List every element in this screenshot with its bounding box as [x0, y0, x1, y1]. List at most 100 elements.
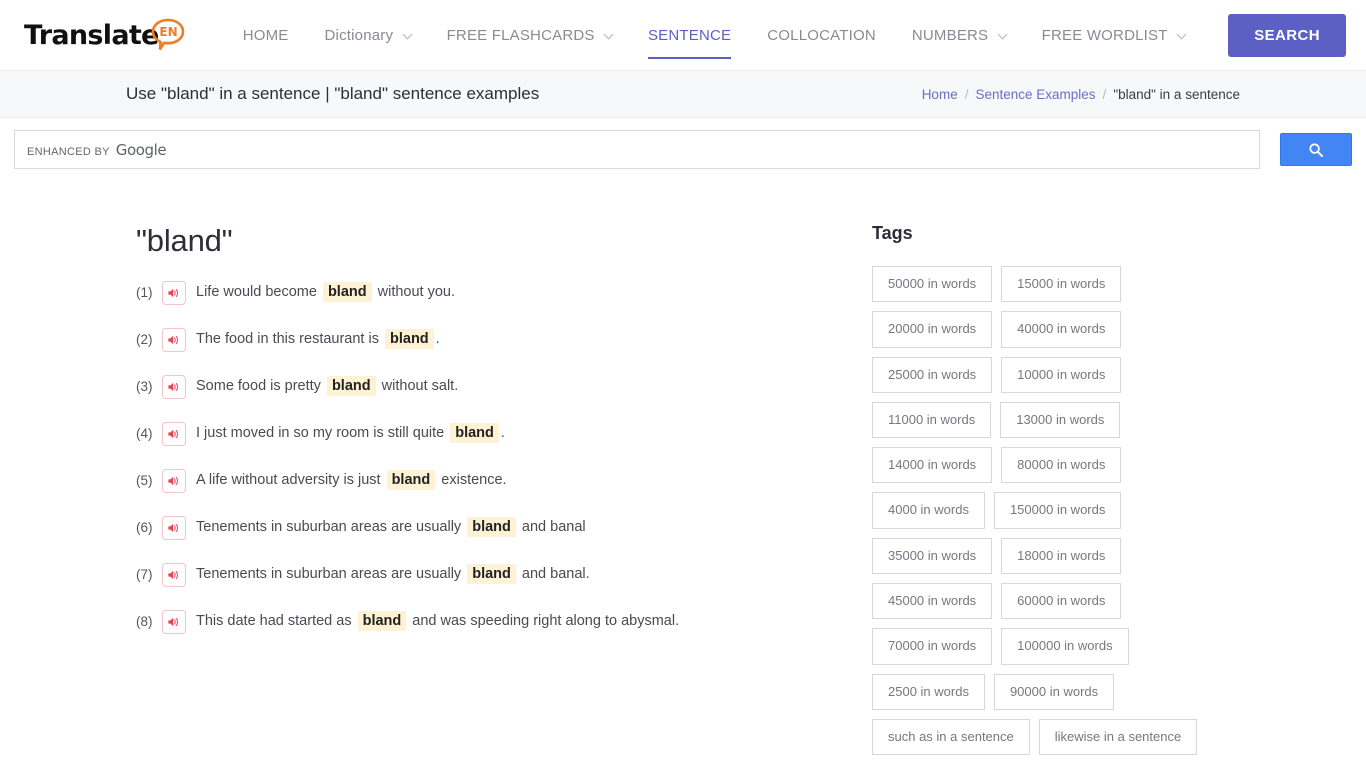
google-search-button[interactable] — [1280, 133, 1352, 166]
tag-item[interactable]: 15000 in words — [1001, 266, 1122, 303]
tag-item[interactable]: 25000 in words — [872, 356, 993, 393]
tag-item[interactable]: 150000 in words — [993, 492, 1122, 529]
sentence-text-before: The food in this restaurant is — [196, 331, 383, 348]
speaker-icon — [168, 288, 178, 298]
highlighted-keyword: bland — [467, 564, 516, 585]
breadcrumb-home[interactable]: Home — [922, 87, 958, 102]
nav-item-sentence[interactable]: SENTENCE — [630, 3, 749, 68]
sentence-text-after: and banal. — [517, 566, 590, 583]
speech-bubble-icon: EN — [151, 18, 185, 52]
chevron-down-icon — [997, 29, 1008, 39]
tag-item[interactable]: 14000 in words — [872, 447, 993, 484]
google-brand-label: Google — [115, 140, 167, 159]
tags-sidebar: Tags 50000 in words 15000 in words 20000 i… — [866, 223, 1240, 756]
sentence-number: (4) — [136, 425, 153, 441]
play-audio-button[interactable] — [162, 422, 186, 446]
play-audio-button[interactable] — [162, 469, 186, 493]
sentence-row: (7) Tenements in suburban areas are usua… — [136, 563, 866, 587]
page-subbar: Use "bland" in a sentence | "bland" sent… — [0, 70, 1366, 118]
tag-item[interactable]: 40000 in words — [1001, 311, 1122, 348]
play-audio-button[interactable] — [162, 516, 186, 540]
sentence-text-after: and banal — [517, 519, 586, 536]
nav-item-numbers[interactable]: NUMBERS — [894, 3, 1024, 68]
sentence-text-after: . — [435, 331, 440, 348]
sentence-number: (6) — [136, 519, 153, 535]
search-button[interactable]: SEARCH — [1228, 13, 1346, 57]
sentence-text-before: Tenements in suburban areas are usually — [196, 519, 466, 536]
highlighted-keyword: bland — [385, 329, 434, 350]
sentence-number: (3) — [136, 378, 153, 394]
chevron-down-icon — [402, 29, 413, 39]
breadcrumb-separator: / — [1102, 86, 1107, 102]
tag-item[interactable]: 13000 in words — [1000, 401, 1121, 439]
tag-item[interactable]: 4000 in words — [872, 492, 985, 529]
search-placeholder: ENHANCED BY Google — [27, 140, 167, 159]
translate-en-logo[interactable]: Translate EN — [24, 18, 185, 52]
tag-item[interactable]: such as in a sentence — [872, 718, 1030, 756]
tag-item[interactable]: 2500 in words — [872, 673, 985, 710]
sentence-row: (4) I just moved in so my room is still … — [136, 422, 866, 446]
tag-item[interactable]: 20000 in words — [872, 311, 993, 348]
speaker-icon — [168, 523, 178, 533]
tag-item[interactable]: 70000 in words — [872, 628, 993, 665]
play-audio-button[interactable] — [162, 563, 186, 587]
search-input[interactable]: ENHANCED BY Google — [14, 130, 1260, 169]
speaker-icon — [168, 476, 178, 486]
tag-item[interactable]: 10000 in words — [1001, 356, 1122, 393]
play-audio-button[interactable] — [162, 610, 186, 634]
nav-item-free-wordlist[interactable]: FREE WORDLIST — [1024, 3, 1203, 68]
sentence-number: (5) — [136, 472, 153, 488]
svg-text:EN: EN — [159, 25, 177, 39]
nav-item-label: HOME — [242, 26, 289, 44]
tag-item[interactable]: 18000 in words — [1001, 537, 1122, 575]
sentence-list: (1) Life would become bland without you.… — [136, 281, 866, 634]
speaker-icon — [168, 617, 178, 627]
breadcrumb-current: "bland" in a sentence — [1113, 86, 1240, 102]
chevron-down-icon — [603, 29, 614, 39]
sentence-text-before: Some food is pretty — [196, 378, 325, 395]
sentence-row: (5) A life without adversity is just bla… — [136, 469, 866, 493]
tag-list: 50000 in words 15000 in words 20000 in wor… — [872, 266, 1240, 756]
tag-item[interactable]: 50000 in words — [872, 266, 993, 303]
tag-item[interactable]: 45000 in words — [872, 583, 993, 620]
breadcrumb-sentence-examples[interactable]: Sentence Examples — [975, 87, 1095, 102]
play-audio-button[interactable] — [162, 328, 186, 352]
speaker-icon — [168, 335, 178, 345]
nav-item-home[interactable]: HOME — [225, 3, 307, 68]
tag-item[interactable]: 60000 in words — [1001, 583, 1122, 620]
sentence-text-before: Life would become — [196, 284, 321, 301]
tag-item[interactable]: 100000 in words — [1001, 628, 1129, 665]
tag-item[interactable]: 11000 in words — [872, 401, 992, 439]
play-audio-button[interactable] — [162, 281, 186, 305]
speaker-icon — [168, 429, 178, 439]
sentence-list-column: "bland" (1) Life would become bland with… — [126, 223, 866, 755]
sentence-number: (7) — [136, 566, 153, 582]
tag-item[interactable]: likewise in a sentence — [1038, 718, 1198, 756]
nav-item-collocation[interactable]: COLLOCATION — [749, 3, 894, 68]
nav-item-label: FREE FLASHCARDS — [446, 26, 595, 44]
sentence-number: (1) — [136, 284, 153, 300]
search-icon — [1309, 142, 1323, 157]
sentence-row: (3) Some food is pretty bland without sa… — [136, 375, 866, 399]
sentence-text: I just moved in so my room is still quit… — [196, 423, 505, 444]
highlighted-keyword: bland — [450, 423, 499, 444]
speaker-icon — [168, 570, 178, 580]
logo-text: Translate — [24, 20, 159, 51]
chevron-down-icon — [1176, 29, 1187, 39]
sentence-text-after: and was speeding right along to abysmal. — [408, 613, 680, 630]
sentence-row: (2) The food in this restaurant is bland… — [136, 328, 866, 352]
sentence-text: Some food is pretty bland without salt. — [196, 376, 458, 397]
nav-item-label: COLLOCATION — [767, 26, 876, 44]
nav-item-dictionary[interactable]: Dictionary — [307, 3, 429, 68]
tag-item[interactable]: 80000 in words — [1001, 447, 1122, 484]
highlighted-keyword: bland — [467, 517, 516, 538]
nav-item-label: Dictionary — [324, 26, 394, 44]
play-audio-button[interactable] — [162, 375, 186, 399]
enhanced-by-label: ENHANCED BY — [27, 145, 110, 158]
tag-item[interactable]: 90000 in words — [993, 673, 1115, 710]
highlighted-keyword: bland — [326, 376, 376, 397]
sentence-number: (8) — [136, 613, 153, 629]
tag-item[interactable]: 35000 in words — [872, 537, 993, 575]
breadcrumb: Home / Sentence Examples / "bland" in a … — [922, 87, 1240, 102]
nav-item-free-flashcards[interactable]: FREE FLASHCARDS — [429, 3, 630, 68]
